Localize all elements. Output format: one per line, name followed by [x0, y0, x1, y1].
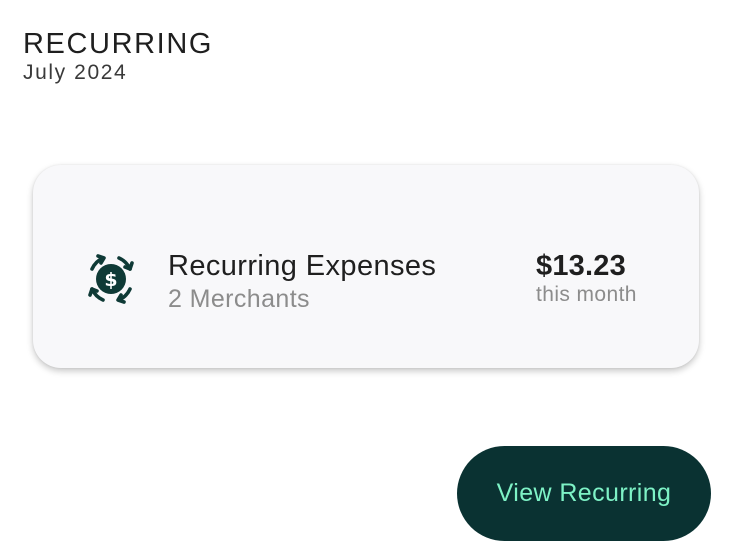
amount-value: $13.23 [536, 250, 626, 282]
card-text: Recurring Expenses 2 Merchants [168, 249, 436, 315]
merchant-count: 2 Merchants [168, 285, 310, 313]
view-recurring-button[interactable]: View Recurring [457, 446, 711, 541]
card-title: Recurring Expenses [168, 250, 437, 282]
section-title: RECURRING [23, 28, 214, 60]
recurring-dollar-icon: $ [79, 247, 143, 311]
section-header: RECURRING July 2024 [23, 28, 213, 86]
card-amount: $13.23 this month [536, 249, 637, 307]
period-label: July 2024 [23, 61, 128, 84]
recurring-page: RECURRING July 2024 $ Recurring Expenses… [0, 0, 740, 558]
amount-caption: this month [536, 283, 637, 306]
svg-text:$: $ [104, 269, 117, 291]
recurring-expenses-card[interactable]: $ Recurring Expenses 2 Merchants $13.23 … [33, 165, 699, 368]
